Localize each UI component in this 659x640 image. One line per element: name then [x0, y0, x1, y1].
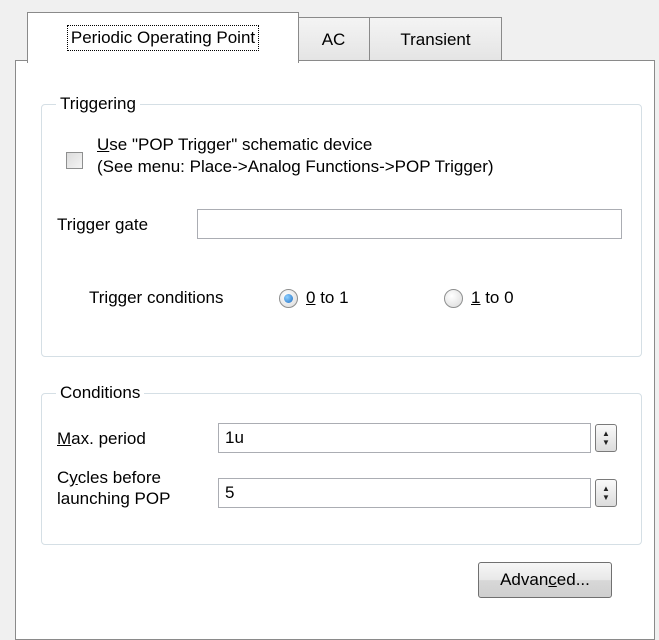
cycles-label-line2: launching POP	[57, 489, 171, 508]
tab-panel: Triggering Use "POP Trigger" schematic d…	[15, 60, 655, 640]
trigger-gate-input[interactable]	[197, 209, 622, 239]
advanced-button[interactable]: Advanced...	[478, 562, 612, 598]
max-period-spinner[interactable]: ▲ ▼	[595, 424, 617, 452]
trigger-0-to-1-label[interactable]: 0 to 1	[306, 288, 349, 308]
advanced-button-label: Advanced...	[500, 570, 590, 589]
trigger-0-to-1-radio[interactable]	[279, 289, 298, 308]
tab-label: AC	[321, 29, 346, 49]
triggering-group: Triggering Use "POP Trigger" schematic d…	[41, 93, 642, 357]
tab-transient[interactable]: Transient	[369, 17, 502, 61]
cycles-label-line1: Cycles before	[57, 468, 161, 487]
max-period-label: Max. period	[57, 429, 146, 448]
triggering-group-title: Triggering	[56, 93, 140, 115]
cycles-input[interactable]: 5	[218, 478, 591, 508]
cycles-spinner[interactable]: ▲ ▼	[595, 479, 617, 507]
max-period-input[interactable]: 1u	[218, 423, 591, 453]
pop-trigger-hint: (See menu: Place->Analog Functions->POP …	[97, 157, 494, 176]
spin-down-icon[interactable]: ▼	[602, 493, 610, 502]
tab-label: Transient	[400, 29, 471, 49]
spin-up-icon[interactable]: ▲	[602, 429, 610, 438]
trigger-1-to-0-label[interactable]: 1 to 0	[471, 288, 514, 308]
conditions-group-title: Conditions	[56, 382, 145, 404]
spin-up-icon[interactable]: ▲	[602, 484, 610, 493]
conditions-group: Conditions Max. period 1u ▲ ▼ Cycles bef…	[41, 382, 642, 545]
tab-label: Periodic Operating Point	[66, 25, 260, 51]
pop-trigger-checkbox-label[interactable]: Use "POP Trigger" schematic device	[97, 135, 372, 155]
tab-ac[interactable]: AC	[297, 17, 370, 61]
tab-periodic-operating-point[interactable]: Periodic Operating Point	[27, 12, 299, 63]
spin-down-icon[interactable]: ▼	[602, 438, 610, 447]
trigger-1-to-0-radio[interactable]	[444, 289, 463, 308]
trigger-conditions-label: Trigger conditions	[89, 288, 224, 307]
pop-trigger-checkbox[interactable]	[66, 152, 83, 169]
radio-selected-dot	[284, 294, 293, 303]
trigger-gate-label: Trigger gate	[57, 215, 149, 234]
